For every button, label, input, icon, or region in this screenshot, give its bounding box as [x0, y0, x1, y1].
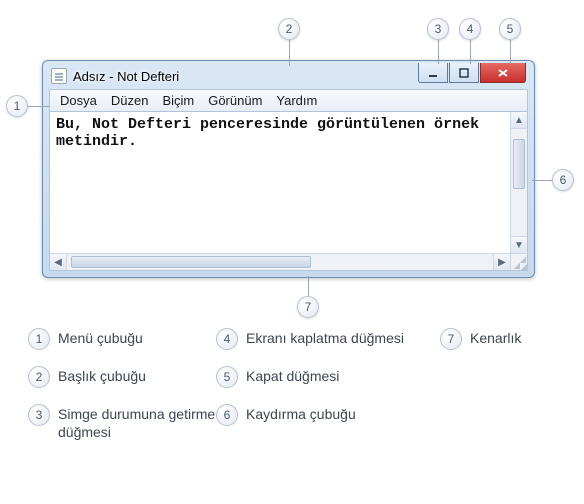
callout-2: 2 [278, 18, 300, 40]
legend-label-7: Kenarlık [470, 328, 521, 348]
chevron-left-icon: ◀ [54, 257, 62, 268]
legend-item-5: 5 Kapat düğmesi [216, 366, 440, 388]
menu-file[interactable]: Dosya [60, 93, 97, 108]
callout-5: 5 [499, 18, 521, 40]
legend-label-6: Kaydırma çubuğu [246, 404, 356, 424]
vertical-scrollbar[interactable]: ▲ ▼ [510, 112, 527, 253]
close-icon [497, 68, 509, 78]
scroll-right-button[interactable]: ▶ [493, 254, 510, 270]
legend-num-5: 5 [216, 366, 238, 388]
callout-6: 6 [552, 169, 574, 191]
vertical-scroll-track[interactable] [511, 189, 527, 236]
leader-3 [438, 36, 439, 64]
legend-num-3: 3 [28, 404, 50, 426]
legend-label-5: Kapat düğmesi [246, 366, 339, 386]
legend-item-7: 7 Kenarlık [440, 328, 580, 350]
maximize-button[interactable] [449, 63, 479, 83]
maximize-icon [459, 68, 469, 78]
legend: 1 Menü çubuğu 4 Ekranı kaplatma düğmesi … [28, 328, 564, 441]
legend-num-7: 7 [440, 328, 462, 350]
menu-edit[interactable]: Düzen [111, 93, 149, 108]
legend-item-1: 1 Menü çubuğu [28, 328, 216, 350]
horizontal-scrollbar[interactable]: ◀ ▶ [50, 253, 510, 270]
close-button[interactable] [480, 63, 526, 83]
chevron-right-icon: ▶ [498, 257, 506, 268]
chevron-up-icon: ▲ [514, 115, 524, 126]
minimize-button[interactable] [418, 63, 448, 83]
callout-7: 7 [297, 296, 319, 318]
window-title: Adsız - Not Defteri [73, 69, 412, 84]
leader-5 [510, 36, 511, 64]
title-bar[interactable]: Adsız - Not Defteri [49, 67, 528, 89]
diagram-stage: 1 2 3 4 5 6 7 Adsız - Not Defteri [0, 0, 584, 300]
client-area: Bu, Not Defteri penceresinde görüntülene… [49, 112, 528, 271]
scroll-left-button[interactable]: ◀ [50, 254, 67, 270]
scroll-up-button[interactable]: ▲ [511, 112, 527, 129]
editor-text-area[interactable]: Bu, Not Defteri penceresinde görüntülene… [50, 112, 510, 253]
legend-label-3: Simge durumuna getirme düğmesi [58, 404, 216, 441]
leader-2 [289, 36, 290, 66]
menu-format[interactable]: Biçim [162, 93, 194, 108]
vertical-scroll-thumb[interactable] [513, 139, 525, 189]
chevron-down-icon: ▼ [514, 240, 524, 251]
callout-3: 3 [427, 18, 449, 40]
legend-item-4: 4 Ekranı kaplatma düğmesi [216, 328, 440, 350]
horizontal-scroll-thumb[interactable] [71, 256, 311, 268]
callout-4: 4 [459, 18, 481, 40]
legend-label-1: Menü çubuğu [58, 328, 143, 348]
legend-num-1: 1 [28, 328, 50, 350]
notepad-window: Adsız - Not Defteri [42, 60, 535, 278]
leader-4 [470, 36, 471, 64]
horizontal-scroll-track[interactable] [315, 254, 493, 270]
legend-item-6: 6 Kaydırma çubuğu [216, 404, 440, 441]
notepad-icon [51, 68, 67, 84]
menu-bar: Dosya Düzen Biçim Görünüm Yardım [49, 89, 528, 112]
legend-label-4: Ekranı kaplatma düğmesi [246, 328, 404, 348]
legend-num-6: 6 [216, 404, 238, 426]
legend-num-2: 2 [28, 366, 50, 388]
legend-num-4: 4 [216, 328, 238, 350]
scroll-down-button[interactable]: ▼ [511, 236, 527, 253]
legend-item-3: 3 Simge durumuna getirme düğmesi [28, 404, 216, 441]
callout-1: 1 [6, 95, 28, 117]
legend-label-2: Başlık çubuğu [58, 366, 146, 386]
minimize-icon [428, 68, 438, 78]
caption-buttons [418, 63, 526, 83]
menu-view[interactable]: Görünüm [208, 93, 262, 108]
resize-grip[interactable] [510, 253, 527, 270]
menu-help[interactable]: Yardım [276, 93, 317, 108]
legend-item-2: 2 Başlık çubuğu [28, 366, 216, 388]
